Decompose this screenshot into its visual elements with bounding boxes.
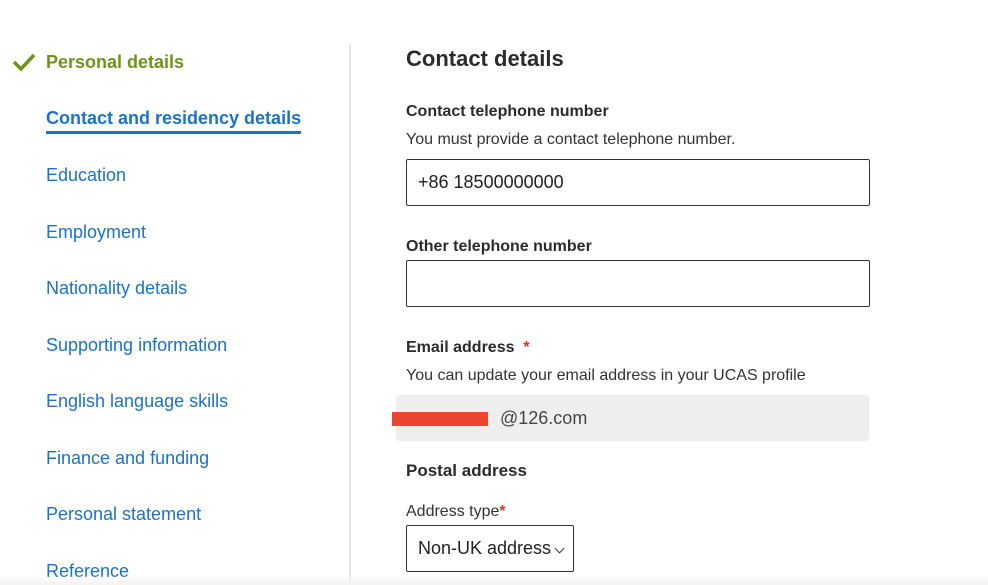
address-type-label-text: Address type: [406, 503, 500, 520]
phone-label: Contact telephone number: [406, 103, 609, 120]
check-icon: [12, 53, 36, 72]
required-mark: *: [499, 503, 506, 520]
address-type-label: Address type*: [406, 503, 506, 521]
phone-hint: You must provide a contact telephone num…: [406, 131, 736, 148]
address-type-value: Non-UK address: [418, 538, 552, 558]
email-hint: You can update your email address in you…: [406, 367, 806, 384]
nav-personal-details[interactable]: Personal details: [46, 52, 184, 73]
nav-finance-funding[interactable]: Finance and funding: [46, 448, 209, 469]
email-label: Email address *: [406, 339, 530, 357]
address-type-select[interactable]: Non-UK address: [406, 525, 574, 572]
email-value: @126.com: [500, 408, 588, 428]
postal-address-heading: Postal address: [406, 461, 527, 480]
required-mark: *: [523, 339, 530, 356]
divider: [349, 44, 351, 585]
other-phone-label: Other telephone number: [406, 238, 592, 255]
chevron-down-icon: [554, 543, 565, 554]
nav-english-language-skills[interactable]: English language skills: [46, 391, 228, 412]
nav-contact-residency-details[interactable]: Contact and residency details: [46, 108, 302, 134]
email-label-text: Email address: [406, 339, 515, 356]
redaction-bar: [392, 412, 488, 426]
nav-personal-statement[interactable]: Personal statement: [46, 504, 201, 525]
section-navigation: Personal details Contact and residency d…: [0, 0, 350, 585]
email-readonly-field: @126.com: [392, 395, 869, 441]
other-phone-input[interactable]: [406, 260, 870, 307]
bottom-fade: [0, 575, 988, 585]
nav-education[interactable]: Education: [46, 165, 126, 186]
nav-supporting-information[interactable]: Supporting information: [46, 335, 227, 356]
nav-nationality-details[interactable]: Nationality details: [46, 278, 187, 299]
phone-input[interactable]: [406, 159, 870, 206]
page-title: Contact details: [406, 46, 564, 71]
nav-employment[interactable]: Employment: [46, 222, 146, 243]
